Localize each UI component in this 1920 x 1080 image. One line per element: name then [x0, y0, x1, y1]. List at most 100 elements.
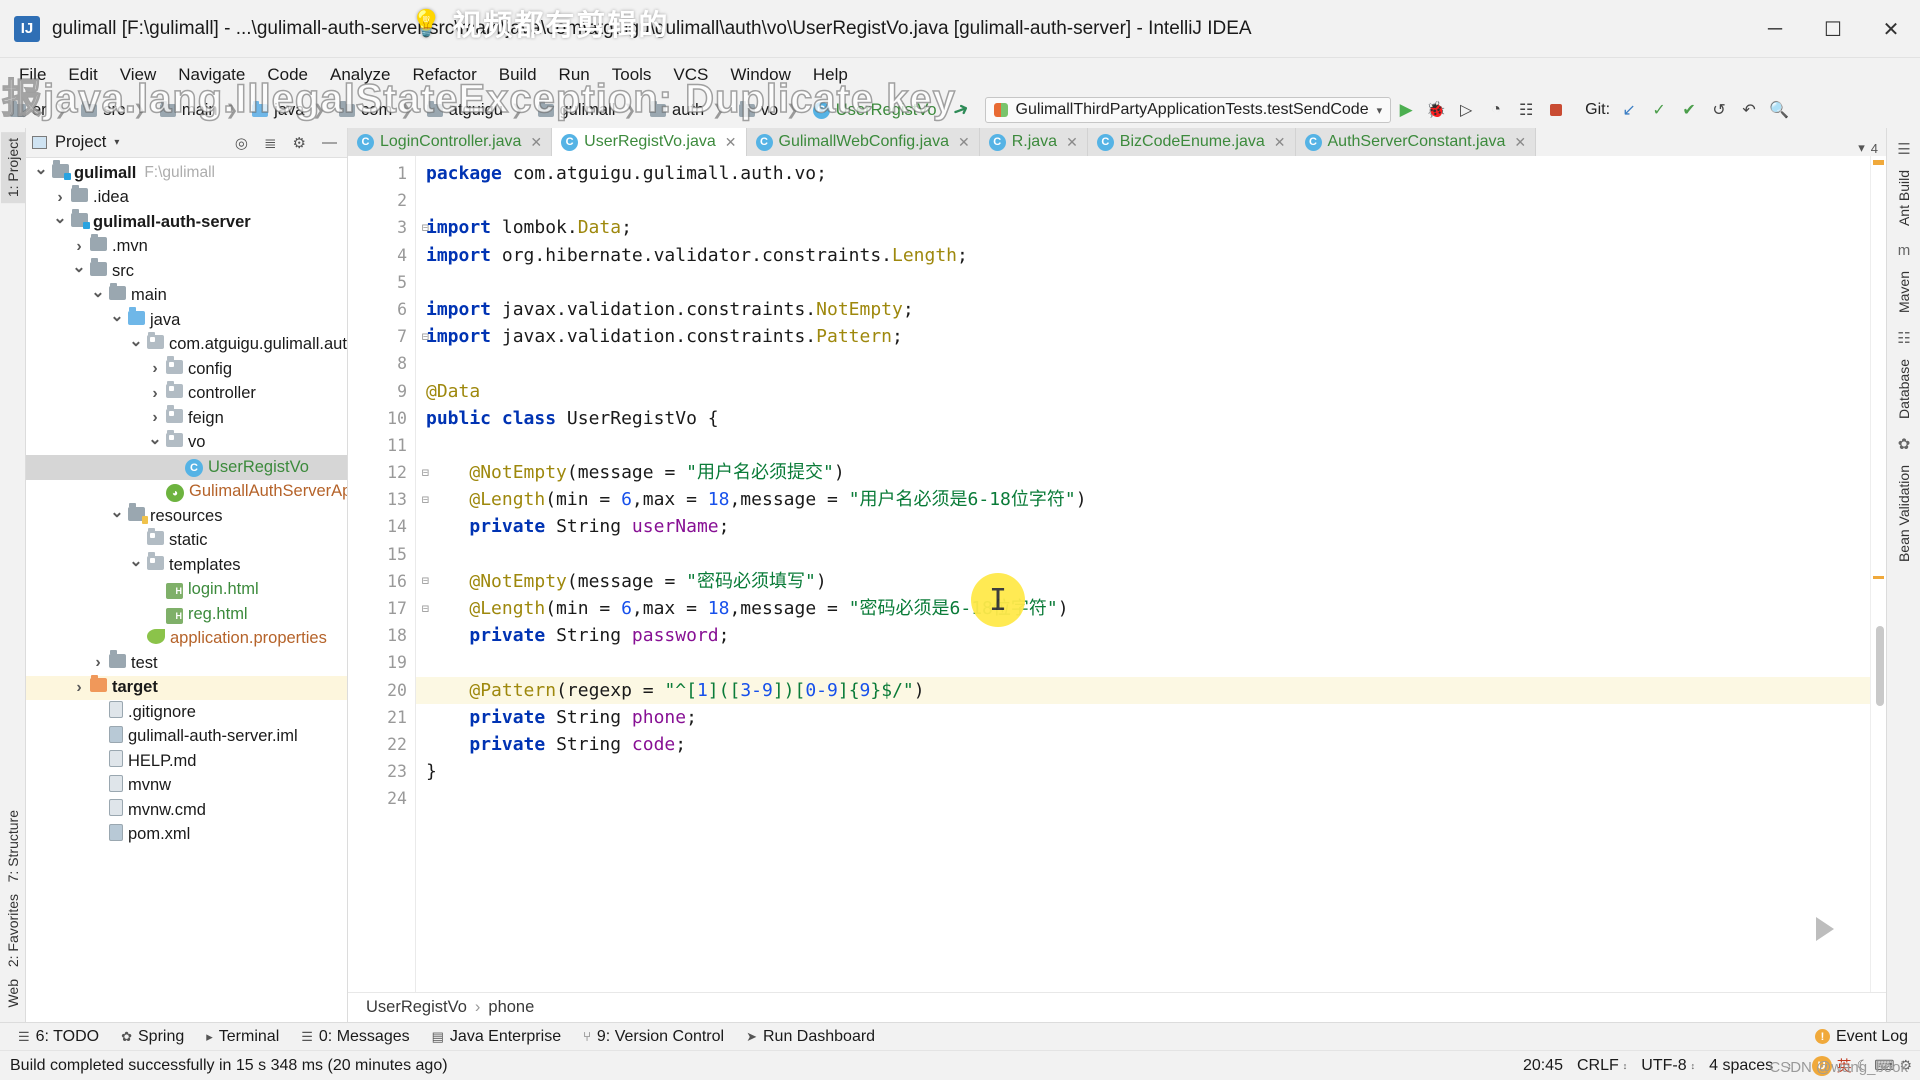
line-number[interactable]: 13 ⊟: [348, 486, 429, 513]
code-editor[interactable]: 1 2 3 ⊟ 4 5 6 7 ⊟ 8 9 10 11 12 ⊟ 13 ⊟ 14 15 16 ⊟ 17 ⊟ 18 19 20 21 2…: [348, 156, 1886, 992]
gear-icon[interactable]: ⚙: [289, 134, 310, 152]
breadcrumb-item-auth[interactable]: auth ❯: [644, 99, 733, 122]
breadcrumb-item-gulimall[interactable]: gulimall ❯: [532, 99, 645, 122]
close-button[interactable]: ✕: [1862, 0, 1920, 58]
editor-tab[interactable]: C UserRegistVo.java ✕: [552, 128, 747, 156]
sidebar-item-ant-build[interactable]: Ant Build: [1892, 164, 1916, 232]
run-configuration-selector[interactable]: GulimallThirdPartyApplicationTests.testS…: [984, 97, 1392, 123]
code-line[interactable]: private String phone;: [416, 704, 1870, 731]
file-encoding[interactable]: UTF-8 ↕: [1641, 1057, 1695, 1075]
chevron-right-icon[interactable]: [146, 409, 164, 427]
line-number[interactable]: 22: [348, 731, 415, 758]
code-line[interactable]: [416, 785, 1870, 812]
code-line[interactable]: @Pattern(regexp = "^[1]([3-9])[0-9]{9}$/…: [416, 676, 1870, 704]
run-button[interactable]: ▶: [1391, 95, 1421, 125]
line-number[interactable]: 15: [348, 541, 415, 568]
tree-row[interactable]: Hreg.html: [26, 602, 347, 627]
warning-marker[interactable]: [1873, 160, 1884, 165]
menu-file[interactable]: File: [8, 62, 57, 88]
chevron-down-icon[interactable]: ▾: [114, 137, 119, 148]
build-project-button[interactable]: ☷: [1511, 95, 1541, 125]
tree-row[interactable]: mvnw.cmd: [26, 798, 347, 823]
tool-window-button[interactable]: ☰ 0: Messages: [291, 1026, 419, 1048]
line-number[interactable]: 24: [348, 785, 415, 812]
breadcrumb-item-er[interactable]: er ❯: [4, 99, 75, 122]
menu-edit[interactable]: Edit: [57, 62, 108, 88]
tree-row[interactable]: test: [26, 650, 347, 676]
menu-run[interactable]: Run: [548, 62, 601, 88]
chevron-down-icon[interactable]: [70, 261, 88, 281]
tree-row[interactable]: templates: [26, 552, 347, 578]
line-number[interactable]: 20: [348, 677, 415, 704]
line-number[interactable]: 23: [348, 758, 415, 785]
editor-tab[interactable]: C R.java ✕: [979, 128, 1088, 156]
git-push-button[interactable]: ✔: [1674, 95, 1704, 125]
editor-tab[interactable]: C LoginController.java ✕: [348, 128, 553, 156]
line-number[interactable]: 6: [348, 296, 415, 323]
tree-row[interactable]: config: [26, 356, 347, 382]
line-number[interactable]: 12 ⊟: [348, 459, 429, 486]
chevron-right-icon[interactable]: [70, 238, 88, 256]
editor-tabs[interactable]: C LoginController.java ✕ C UserRegistVo.java…: [348, 128, 1886, 156]
line-number[interactable]: 4: [348, 242, 415, 269]
tree-row[interactable]: target: [26, 674, 347, 700]
breadcrumb-item-atguigu[interactable]: atguigu ❯: [421, 99, 532, 122]
chevron-right-icon[interactable]: [51, 189, 69, 207]
sidebar-item-maven[interactable]: Maven: [1892, 265, 1916, 319]
code-line[interactable]: private String code;: [416, 731, 1870, 758]
line-number[interactable]: 8: [348, 350, 415, 377]
git-history-button[interactable]: ↺: [1704, 95, 1734, 125]
chevron-right-icon[interactable]: [146, 385, 164, 403]
line-number[interactable]: 2: [348, 187, 415, 214]
event-log-button[interactable]: ! Event Log: [1814, 1028, 1908, 1046]
line-number[interactable]: 21: [348, 704, 415, 731]
code-line[interactable]: }: [416, 758, 1870, 785]
project-tree[interactable]: gulimall F:\gulimall .idea gulimall-auth-se…: [26, 158, 347, 1022]
tabs-overflow-icon[interactable]: ▾: [1858, 140, 1865, 156]
breadcrumb-item-src[interactable]: src ❯: [75, 99, 154, 122]
menu-analyze[interactable]: Analyze: [319, 62, 401, 88]
tree-row[interactable]: .mvn: [26, 233, 347, 260]
code-line[interactable]: import javax.validation.constraints.NotE…: [416, 296, 1870, 323]
tree-row[interactable]: ◕ GulimallAuthServerAp: [26, 480, 347, 505]
breadcrumb-item-userregistvo[interactable]: C UserRegistVo: [807, 99, 943, 122]
build-wrench-icon[interactable]: ➜: [949, 96, 972, 123]
git-rollback-button[interactable]: ↶: [1734, 95, 1764, 125]
tree-row[interactable]: vo: [26, 429, 347, 456]
code-line[interactable]: [416, 350, 1870, 377]
profile-button[interactable]: ◔: [1481, 95, 1511, 125]
line-number[interactable]: 10: [348, 405, 415, 432]
line-number[interactable]: 3 ⊟: [348, 214, 429, 241]
tree-row[interactable]: pom.xml: [26, 823, 347, 848]
tree-row[interactable]: gulimall F:\gulimall: [26, 160, 347, 186]
close-icon[interactable]: ✕: [725, 134, 737, 151]
code-line[interactable]: private String userName;: [416, 513, 1870, 540]
line-number[interactable]: 1: [348, 160, 415, 187]
code-line[interactable]: [416, 432, 1870, 459]
stop-button[interactable]: [1541, 95, 1571, 125]
chevron-down-icon[interactable]: [108, 310, 126, 330]
chevron-down-icon[interactable]: [32, 163, 50, 183]
tool-window-button[interactable]: ⑂ 9: Version Control: [573, 1026, 734, 1048]
run-coverage-button[interactable]: ▷: [1451, 95, 1481, 125]
tree-row[interactable]: Hlogin.html: [26, 578, 347, 603]
caret-position[interactable]: 20:45: [1523, 1057, 1563, 1075]
indent-setting[interactable]: 4 spaces: [1709, 1057, 1773, 1075]
code-line[interactable]: import lombok.Data;: [416, 214, 1870, 241]
line-number[interactable]: 14: [348, 513, 415, 540]
marker-bar[interactable]: [1870, 156, 1886, 992]
menu-vcs[interactable]: VCS: [662, 62, 719, 88]
chevron-right-icon[interactable]: [89, 654, 107, 672]
code-line[interactable]: @NotEmpty(message = "密码必须填写"): [416, 568, 1870, 595]
code-line[interactable]: @NotEmpty(message = "用户名必须提交"): [416, 459, 1870, 486]
tree-row[interactable]: mvnw: [26, 774, 347, 799]
tree-row[interactable]: src: [26, 258, 347, 284]
menu-navigate[interactable]: Navigate: [167, 62, 256, 88]
menu-code[interactable]: Code: [256, 62, 319, 88]
code-line[interactable]: private String password;: [416, 622, 1870, 649]
minimize-button[interactable]: ─: [1746, 0, 1804, 58]
sidebar-item-project[interactable]: 1: Project: [1, 132, 25, 204]
close-icon[interactable]: ✕: [1274, 134, 1286, 151]
line-number[interactable]: 11: [348, 432, 415, 459]
tool-window-button[interactable]: ➤ Run Dashboard: [736, 1026, 885, 1048]
